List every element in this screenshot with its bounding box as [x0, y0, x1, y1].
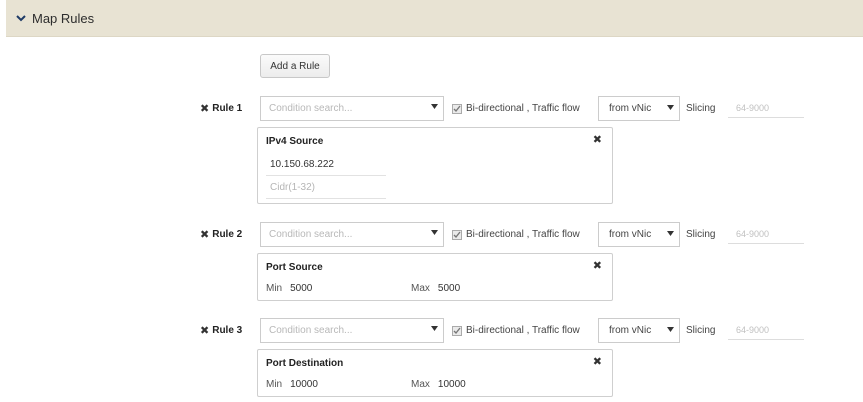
max-value: 5000 [437, 283, 461, 294]
traffic-flow-select[interactable]: from vNic [598, 96, 680, 121]
rule-label: ✖ Rule 1 [200, 102, 242, 115]
close-icon[interactable]: ✖ [200, 102, 209, 115]
caret-down-icon [667, 105, 674, 110]
slicing-input[interactable]: 64-9000 [728, 226, 804, 244]
min-value: 10000 [290, 379, 318, 390]
min-value: 5000 [290, 283, 313, 294]
condition-placeholder: Condition search... [269, 325, 353, 336]
slicing-input[interactable]: 64-9000 [728, 322, 804, 340]
rule-condition-card: Port Destination ✖ Min 10000 Max 10000 [257, 349, 613, 397]
traffic-flow-select[interactable]: from vNic [598, 318, 680, 343]
rule-label: ✖ Rule 3 [200, 324, 242, 337]
close-icon[interactable]: ✖ [593, 133, 602, 146]
traffic-flow-value: from vNic [609, 229, 652, 240]
ipv4-address-field[interactable]: 10.150.68.222 [266, 156, 386, 176]
min-label: Min [266, 283, 283, 294]
chevron-down-icon [16, 15, 26, 22]
add-rule-button[interactable]: Add a Rule [260, 54, 330, 78]
card-title: Port Source [266, 262, 323, 273]
close-icon[interactable]: ✖ [593, 355, 602, 368]
caret-down-icon [431, 104, 438, 109]
slicing-label: Slicing [686, 325, 716, 336]
bidirectional-checkbox[interactable]: Bi-directional , Traffic flow [452, 229, 580, 240]
check-icon[interactable] [452, 103, 462, 114]
rule-row: ✖ Rule 2 Condition search... Bi-directio… [0, 222, 863, 248]
close-icon[interactable]: ✖ [200, 324, 209, 337]
check-icon[interactable] [452, 229, 462, 240]
slicing-input[interactable]: 64-9000 [728, 100, 804, 118]
rule-name: Rule 2 [212, 229, 243, 240]
rule-condition-card: IPv4 Source ✖ 10.150.68.222 Cidr(1-32) [257, 127, 613, 204]
slicing-label: Slicing [686, 103, 716, 114]
bidirectional-label: Bi-directional , Traffic flow [466, 325, 580, 336]
caret-down-icon [431, 326, 438, 331]
rule-row: ✖ Rule 1 Condition search... Bi-directio… [0, 96, 863, 122]
condition-placeholder: Condition search... [269, 229, 353, 240]
bidirectional-label: Bi-directional , Traffic flow [466, 229, 580, 240]
max-label: Max [411, 379, 430, 390]
bidirectional-label: Bi-directional , Traffic flow [466, 103, 580, 114]
caret-down-icon [431, 230, 438, 235]
cidr-field[interactable]: Cidr(1-32) [266, 179, 386, 199]
caret-down-icon [667, 231, 674, 236]
bidirectional-checkbox[interactable]: Bi-directional , Traffic flow [452, 103, 580, 114]
min-field[interactable]: Min 5000 [266, 283, 312, 294]
max-value: 10000 [437, 379, 466, 390]
check-icon[interactable] [452, 325, 462, 336]
rule-condition-card: Port Source ✖ Min 5000 Max 5000 [257, 253, 613, 301]
rule-row: ✖ Rule 3 Condition search... Bi-directio… [0, 318, 863, 344]
slicing-label: Slicing [686, 229, 716, 240]
max-label: Max [411, 283, 430, 294]
condition-search-select[interactable]: Condition search... [260, 96, 444, 121]
bidirectional-checkbox[interactable]: Bi-directional , Traffic flow [452, 325, 580, 336]
map-rules-header[interactable]: Map Rules [6, 0, 863, 37]
traffic-flow-value: from vNic [609, 103, 652, 114]
traffic-flow-select[interactable]: from vNic [598, 222, 680, 247]
max-field[interactable]: Max 10000 [411, 379, 466, 390]
close-icon[interactable]: ✖ [593, 259, 602, 272]
caret-down-icon [667, 327, 674, 332]
min-field[interactable]: Min 10000 [266, 379, 318, 390]
max-field[interactable]: Max 5000 [411, 283, 460, 294]
rule-label: ✖ Rule 2 [200, 228, 242, 241]
card-title: IPv4 Source [266, 136, 324, 147]
condition-placeholder: Condition search... [269, 103, 353, 114]
card-title: Port Destination [266, 358, 344, 369]
section-title: Map Rules [32, 10, 95, 26]
min-label: Min [266, 379, 283, 390]
rule-name: Rule 1 [212, 103, 243, 114]
condition-search-select[interactable]: Condition search... [260, 222, 444, 247]
traffic-flow-value: from vNic [609, 325, 652, 336]
condition-search-select[interactable]: Condition search... [260, 318, 444, 343]
rule-name: Rule 3 [212, 325, 243, 336]
close-icon[interactable]: ✖ [200, 228, 209, 241]
